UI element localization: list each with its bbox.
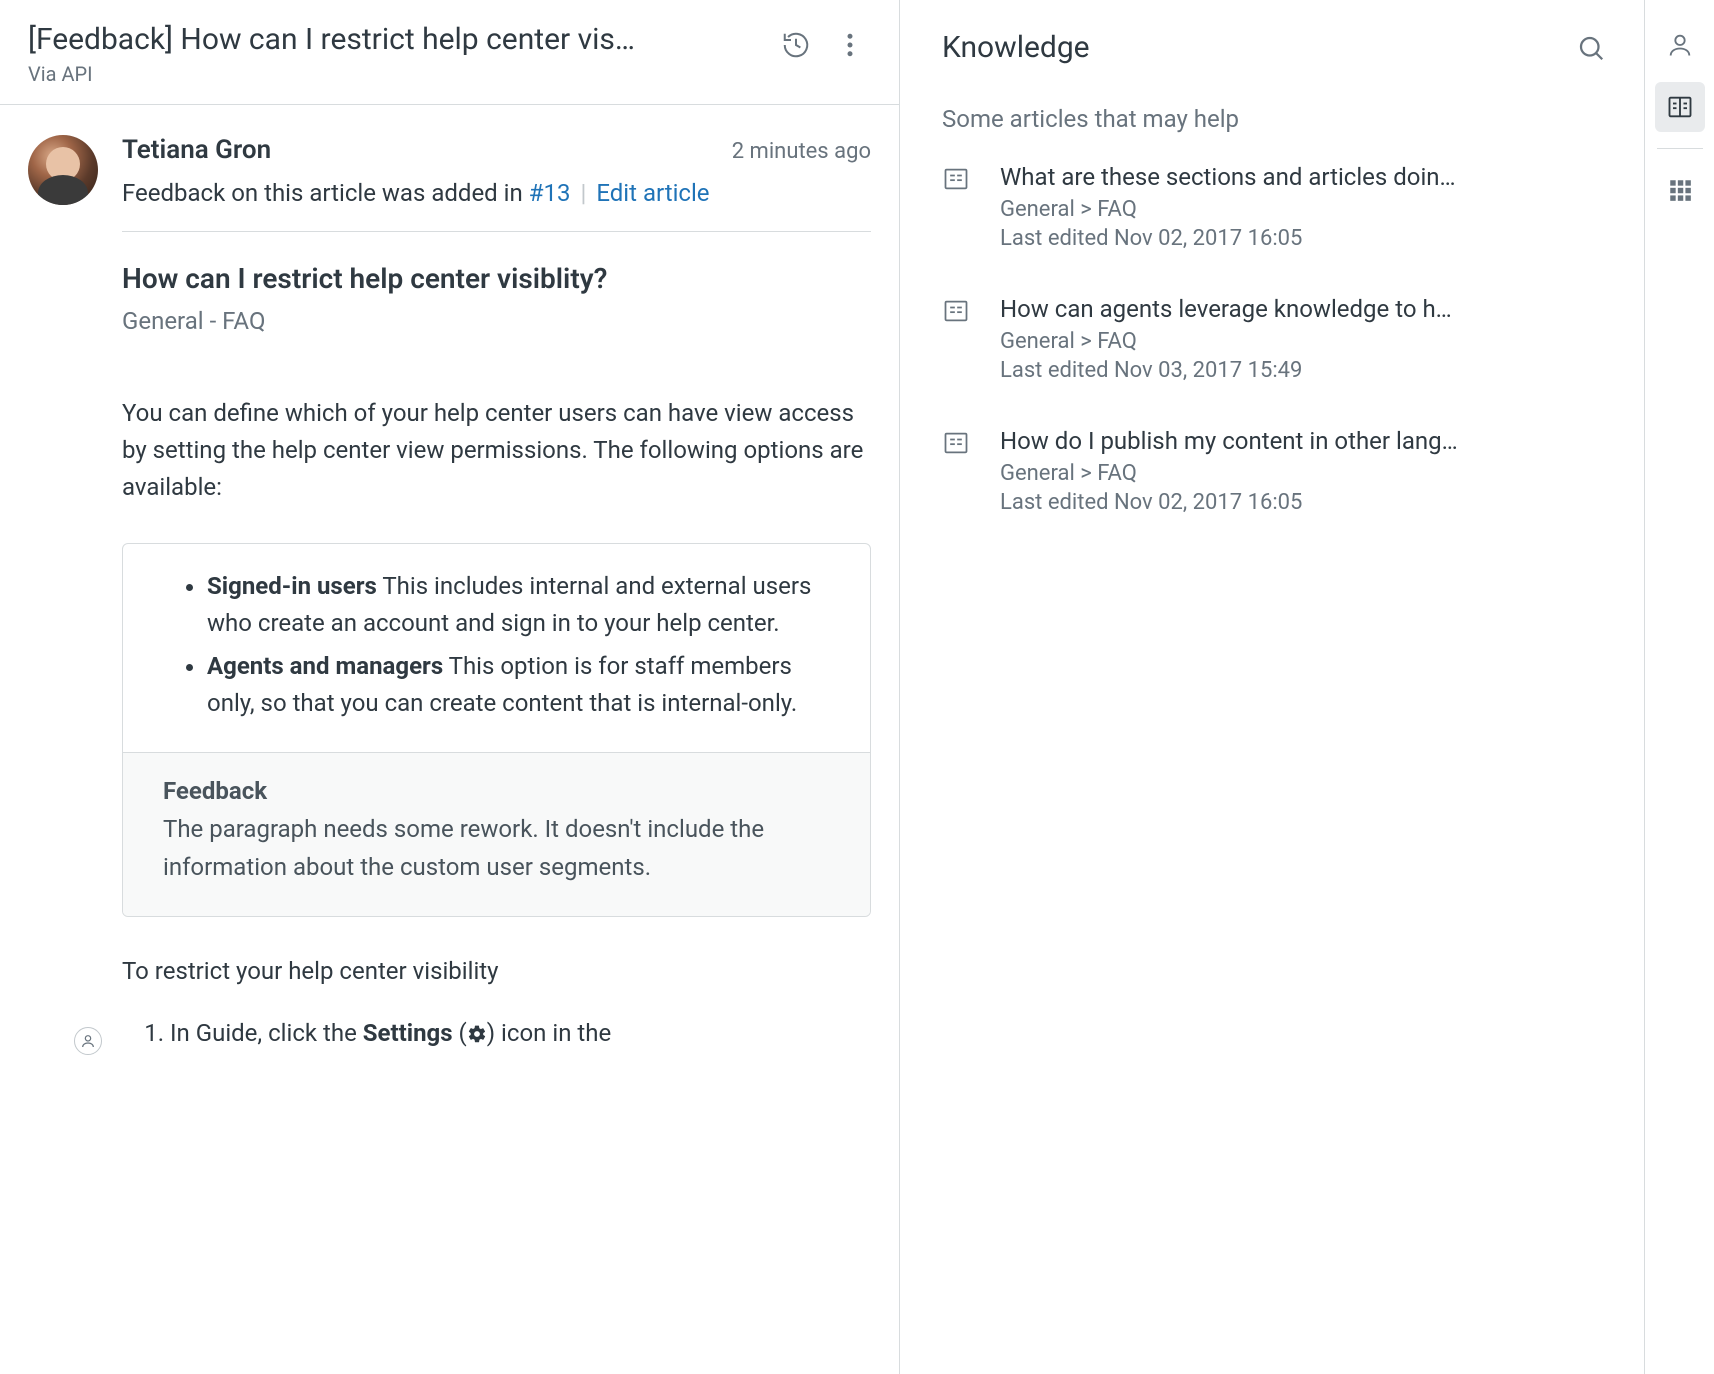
more-menu-icon[interactable] (835, 30, 865, 60)
user-icon[interactable] (1655, 20, 1705, 70)
ticket-body: Tetiana Gron 2 minutes ago Feedback on t… (0, 105, 899, 1374)
article-options-box: Signed-in users This includes internal a… (122, 543, 871, 917)
search-icon[interactable] (1576, 33, 1606, 63)
option-item: Agents and managers This option is for s… (207, 648, 830, 722)
user-badge-icon (74, 1027, 102, 1055)
feedback-prefix: Feedback on this article was added in (122, 179, 529, 207)
knowledge-item[interactable]: How can agents leverage knowledge to h… … (942, 295, 1614, 383)
option-label: Signed-in users (207, 572, 377, 600)
article-icon (942, 427, 972, 515)
comment: Tetiana Gron 2 minutes ago Feedback on t… (28, 135, 871, 1051)
edit-article-link[interactable]: Edit article (596, 179, 709, 207)
feedback-text: The paragraph needs some rework. It does… (163, 811, 830, 885)
feedback-heading: Feedback (163, 777, 830, 805)
knowledge-item[interactable]: What are these sections and articles doi… (942, 163, 1614, 251)
steps-intro: To restrict your help center visibility (122, 957, 871, 985)
knowledge-item-path: General > FAQ (1000, 461, 1614, 486)
article-icon (942, 295, 972, 383)
option-label: Agents and managers (207, 652, 443, 680)
right-rail (1644, 0, 1714, 1374)
knowledge-item-title: How do I publish my content in other lan… (1000, 427, 1614, 455)
knowledge-item-path: General > FAQ (1000, 197, 1614, 222)
history-icon[interactable] (781, 30, 811, 60)
knowledge-item[interactable]: How do I publish my content in other lan… (942, 427, 1614, 515)
article-icon (942, 163, 972, 251)
ticket-link[interactable]: #13 (529, 179, 571, 207)
knowledge-subtitle: Some articles that may help (900, 75, 1644, 153)
ticket-panel: [Feedback] How can I restrict help cente… (0, 0, 900, 1374)
ticket-title: [Feedback] How can I restrict help cente… (28, 22, 765, 58)
knowledge-item-edited: Last edited Nov 02, 2017 16:05 (1000, 490, 1614, 515)
gear-icon (467, 1024, 487, 1044)
author-name: Tetiana Gron (122, 135, 271, 165)
knowledge-icon[interactable] (1655, 82, 1705, 132)
knowledge-item-path: General > FAQ (1000, 329, 1614, 354)
comment-time: 2 minutes ago (732, 139, 871, 164)
knowledge-item-title: What are these sections and articles doi… (1000, 163, 1614, 191)
apps-grid-icon[interactable] (1655, 165, 1705, 215)
knowledge-list: What are these sections and articles doi… (900, 153, 1644, 515)
avatar[interactable] (28, 135, 98, 1051)
knowledge-panel: Knowledge Some articles that may help Wh… (900, 0, 1644, 1374)
knowledge-title: Knowledge (942, 30, 1090, 65)
knowledge-item-title: How can agents leverage knowledge to h… (1000, 295, 1614, 323)
article-title: How can I restrict help center visiblity… (122, 262, 871, 295)
article-breadcrumb: General - FAQ (122, 307, 871, 335)
ticket-via: Via API (28, 62, 765, 86)
ticket-header: [Feedback] How can I restrict help cente… (0, 0, 899, 105)
feedback-block: Feedback The paragraph needs some rework… (123, 752, 870, 915)
article-intro: You can define which of your help center… (122, 395, 871, 507)
option-item: Signed-in users This includes internal a… (207, 568, 830, 642)
step-item: In Guide, click the Settings () icon in … (170, 1015, 871, 1051)
knowledge-item-edited: Last edited Nov 03, 2017 15:49 (1000, 358, 1614, 383)
steps-list: In Guide, click the Settings () icon in … (122, 1015, 871, 1051)
knowledge-item-edited: Last edited Nov 02, 2017 16:05 (1000, 226, 1614, 251)
feedback-reference: Feedback on this article was added in #1… (122, 179, 871, 232)
